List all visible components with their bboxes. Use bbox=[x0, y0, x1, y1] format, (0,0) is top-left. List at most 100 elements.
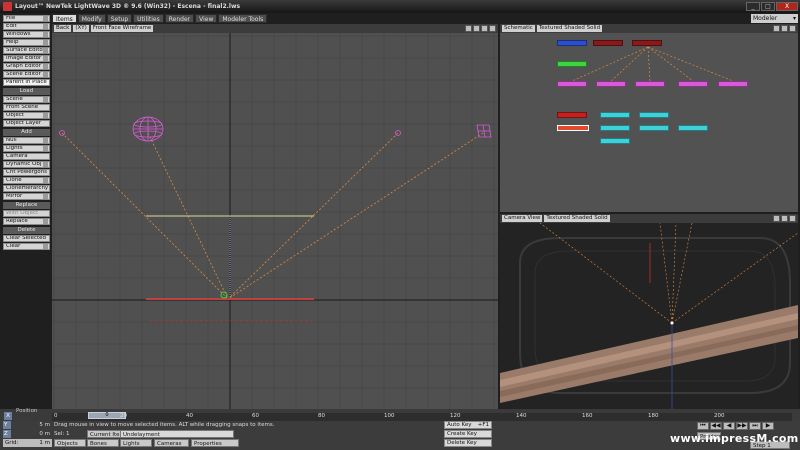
last-frame-icon[interactable]: ⏭ bbox=[749, 422, 761, 430]
clone-hierarchy-button[interactable]: CloneHierarchy bbox=[3, 185, 50, 192]
chevron-down-icon bbox=[43, 194, 48, 199]
schematic-node[interactable] bbox=[557, 125, 589, 131]
tab-setup[interactable]: Setup bbox=[106, 14, 133, 23]
chevron-down-icon bbox=[43, 97, 48, 102]
tab-render[interactable]: Render bbox=[164, 14, 195, 23]
properties-button[interactable]: Properties bbox=[191, 439, 239, 447]
play-reverse-icon[interactable]: ◀ bbox=[723, 422, 735, 430]
clear-button[interactable]: Clear bbox=[3, 243, 50, 250]
schematic-node[interactable] bbox=[635, 81, 665, 87]
view-type-dropdown[interactable]: Back bbox=[54, 25, 72, 32]
load-from-scene-button[interactable]: From Scene bbox=[3, 104, 50, 111]
schematic-node[interactable] bbox=[600, 112, 630, 118]
cameras-button[interactable]: Cameras bbox=[154, 439, 189, 447]
status-row-grid: Grid:1 m Objects +O Bones Lights Cameras… bbox=[0, 439, 440, 450]
schematic-node[interactable] bbox=[632, 40, 662, 46]
edit-menu[interactable]: Edit bbox=[3, 23, 50, 30]
clone-button[interactable]: Clone bbox=[3, 177, 50, 184]
bones-button[interactable]: Bones bbox=[87, 439, 119, 447]
zoom-view-icon[interactable] bbox=[481, 25, 488, 32]
render-mode-dropdown[interactable]: Front Face Wireframe bbox=[90, 25, 154, 32]
camera-render-dropdown[interactable]: Textured Shaded Solid bbox=[544, 215, 610, 222]
windows-menu[interactable]: Windows bbox=[3, 31, 50, 38]
rotate-view-icon[interactable] bbox=[473, 25, 480, 32]
help-menu[interactable]: Help bbox=[3, 39, 50, 46]
schematic-node[interactable] bbox=[600, 125, 630, 131]
clear-selected-button[interactable]: Clear Selected bbox=[3, 235, 50, 242]
minimize-button[interactable]: _ bbox=[746, 2, 760, 11]
delete-key-button[interactable]: Delete Key bbox=[444, 439, 492, 447]
schematic-node[interactable] bbox=[596, 81, 626, 87]
maximize-button[interactable]: □ bbox=[761, 2, 775, 11]
schematic-node[interactable] bbox=[639, 112, 669, 118]
schematic-node[interactable] bbox=[557, 40, 587, 46]
prev-key-icon[interactable]: ◀◀ bbox=[710, 422, 722, 430]
axis-dropdown[interactable]: (XY) bbox=[73, 25, 89, 32]
y-axis-icon[interactable]: Y bbox=[3, 421, 11, 429]
zoom-view-icon[interactable] bbox=[781, 25, 788, 32]
schematic-render-dropdown[interactable]: Textured Shaded Solid bbox=[536, 25, 603, 32]
timeline-tick: 20 bbox=[120, 413, 127, 419]
load-object-button[interactable]: Object bbox=[3, 112, 50, 119]
lights-button[interactable]: Lights bbox=[120, 439, 152, 447]
z-axis-icon[interactable]: Z bbox=[3, 430, 11, 438]
maximize-view-icon[interactable] bbox=[789, 25, 796, 32]
surface-editor-button[interactable]: Surface Editor bbox=[3, 47, 50, 54]
modeler-dropdown[interactable]: Modeler bbox=[751, 14, 798, 23]
schematic-node[interactable] bbox=[678, 81, 708, 87]
move-view-icon[interactable] bbox=[773, 25, 780, 32]
tab-modify[interactable]: Modify bbox=[77, 14, 106, 23]
play-icon[interactable]: ▶ bbox=[762, 422, 774, 430]
move-view-icon[interactable] bbox=[773, 215, 780, 222]
move-view-icon[interactable] bbox=[465, 25, 472, 32]
auto-key-button[interactable]: Auto Key +F1 bbox=[444, 421, 492, 429]
add-null-button[interactable]: Null bbox=[3, 137, 50, 144]
tab-items[interactable]: Items bbox=[52, 14, 77, 23]
load-scene-button[interactable]: Scene bbox=[3, 96, 50, 103]
scene-editor-button[interactable]: Scene Editor bbox=[3, 71, 50, 78]
tab-view[interactable]: View bbox=[195, 14, 218, 23]
create-key-button[interactable]: Create Key bbox=[444, 430, 492, 438]
schematic-node[interactable] bbox=[600, 138, 630, 144]
schematic-view-dropdown[interactable]: Schematic bbox=[502, 25, 535, 32]
objects-button[interactable]: Objects +O bbox=[54, 439, 86, 450]
schematic-node[interactable] bbox=[593, 40, 623, 46]
schematic-node[interactable] bbox=[718, 81, 748, 87]
add-lights-button[interactable]: Lights bbox=[3, 145, 50, 152]
file-menu[interactable]: File bbox=[3, 15, 50, 22]
current-item-dropdown[interactable]: Undelayment bbox=[120, 430, 234, 438]
parent-in-place-button[interactable]: Parent in Place bbox=[3, 79, 50, 86]
timeline-track[interactable] bbox=[52, 413, 792, 421]
image-editor-button[interactable]: Image Editor bbox=[3, 55, 50, 62]
spotlight-sphere-icon[interactable] bbox=[132, 116, 164, 142]
mirror-button[interactable]: Mirror bbox=[3, 193, 50, 200]
close-button[interactable]: X bbox=[776, 2, 798, 11]
main-viewport[interactable] bbox=[52, 33, 498, 409]
schematic-node[interactable] bbox=[678, 125, 708, 131]
maximize-view-icon[interactable] bbox=[489, 25, 496, 32]
schematic-viewport[interactable] bbox=[500, 33, 798, 212]
tab-utilities[interactable]: Utilities bbox=[133, 14, 164, 23]
replace-button[interactable]: Replace bbox=[3, 218, 50, 225]
tab-modeler-tools[interactable]: Modeler Tools bbox=[218, 14, 268, 23]
schematic-node[interactable] bbox=[557, 61, 587, 67]
timeline-tick: 120 bbox=[450, 413, 461, 419]
area-light-icon[interactable] bbox=[476, 124, 492, 138]
schematic-node[interactable] bbox=[557, 112, 587, 118]
maximize-view-icon[interactable] bbox=[789, 215, 796, 222]
camera-view-dropdown[interactable]: Camera View bbox=[502, 215, 543, 222]
schematic-node[interactable] bbox=[557, 81, 587, 87]
cnt-powergons-button[interactable]: Cnt Powergons bbox=[3, 169, 50, 176]
add-camera-button[interactable]: Camera bbox=[3, 153, 50, 160]
schematic-node[interactable] bbox=[639, 125, 669, 131]
with-object-button[interactable]: With Object bbox=[3, 210, 50, 217]
load-object-layer-button[interactable]: Object Layer bbox=[3, 120, 50, 127]
x-value: 5 m bbox=[39, 422, 50, 428]
x-axis-icon[interactable]: X bbox=[4, 412, 12, 420]
next-key-icon[interactable]: ▶▶ bbox=[736, 422, 748, 430]
rotate-view-icon[interactable] bbox=[781, 215, 788, 222]
graph-editor-button[interactable]: Graph Editor bbox=[3, 63, 50, 70]
add-dynamic-obj-button[interactable]: Dynamic Obj bbox=[3, 161, 50, 168]
first-frame-icon[interactable]: ⏮ bbox=[697, 422, 709, 430]
camera-viewport[interactable] bbox=[500, 223, 798, 409]
